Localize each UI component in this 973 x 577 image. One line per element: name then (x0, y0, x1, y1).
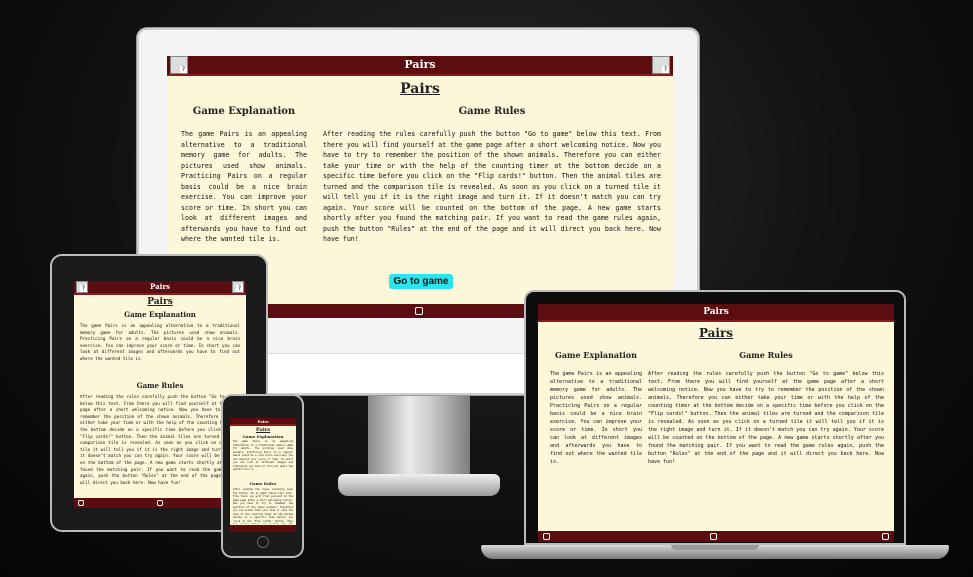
rules-heading: Game Rules (739, 350, 793, 360)
page-title: Pairs (147, 297, 173, 307)
rules-text: After reading the rules carefully push t… (233, 488, 293, 524)
header-title: Pairs (150, 282, 170, 291)
phone-mockup: Pairs Pairs Game Explanation The game Pa… (221, 394, 304, 558)
page-title: Pairs (698, 326, 734, 340)
rules-heading: Game Rules (136, 381, 184, 390)
phone-screen: Pairs Pairs Game Explanation The game Pa… (230, 418, 296, 532)
home-button[interactable] (257, 536, 269, 548)
facebook-icon[interactable] (78, 500, 84, 506)
facebook-icon[interactable] (543, 533, 550, 540)
laptop-notch (671, 545, 759, 550)
stand-neck (368, 396, 470, 476)
rules-heading: Game Rules (458, 106, 526, 117)
help-icon[interactable]: ? (232, 281, 244, 293)
site-header: Pairs (230, 418, 296, 426)
laptop-mockup: Pairs Pairs Game Explanation The game Pa… (524, 290, 906, 545)
go-to-game-button[interactable]: Go to game (389, 274, 453, 289)
rules-text: After reading the rules carefully push t… (323, 130, 661, 243)
header-title: Pairs (703, 307, 729, 317)
rules-text: After reading the rules carefully push t… (80, 394, 240, 485)
explanation-heading: Game Explanation (124, 310, 196, 319)
explanation-text: The game Pairs is an appealing alternati… (80, 323, 240, 361)
explanation-heading: Game Explanation (555, 350, 637, 360)
laptop-screen: Pairs Pairs Game Explanation The game Pa… (538, 304, 894, 542)
header-title: Pairs (257, 419, 269, 424)
instagram-icon[interactable] (710, 533, 717, 540)
twitter-icon[interactable] (882, 533, 889, 540)
explanation-heading: Game Explanation (192, 106, 296, 117)
monitor-stand (338, 396, 500, 500)
help-icon[interactable]: ? (76, 281, 88, 293)
explanation-heading: Game Explanation (242, 434, 284, 439)
stand-base (338, 474, 500, 496)
instagram-icon[interactable] (157, 500, 163, 506)
site-header: Pairs (538, 304, 894, 322)
laptop-base (481, 545, 949, 559)
help-icon[interactable]: ? (652, 56, 670, 74)
site-header: Pairs (167, 56, 673, 76)
page-title: Pairs (400, 81, 440, 97)
header-title: Pairs (404, 58, 436, 71)
help-icon[interactable]: ? (170, 56, 188, 74)
site-footer (230, 525, 296, 532)
explanation-text: The game Pairs is an appealing alternati… (233, 440, 293, 471)
rules-heading: Game Rules (249, 481, 277, 486)
explanation-text: The game Pairs is an appealing alternati… (181, 130, 307, 243)
instagram-icon[interactable] (415, 307, 423, 315)
page-title: Pairs (255, 427, 271, 433)
rules-text: After reading the rules carefully push t… (648, 371, 884, 465)
site-footer (538, 531, 894, 542)
site-header: Pairs (74, 281, 246, 295)
explanation-text: The game Pairs is an appealing alternati… (550, 371, 642, 465)
